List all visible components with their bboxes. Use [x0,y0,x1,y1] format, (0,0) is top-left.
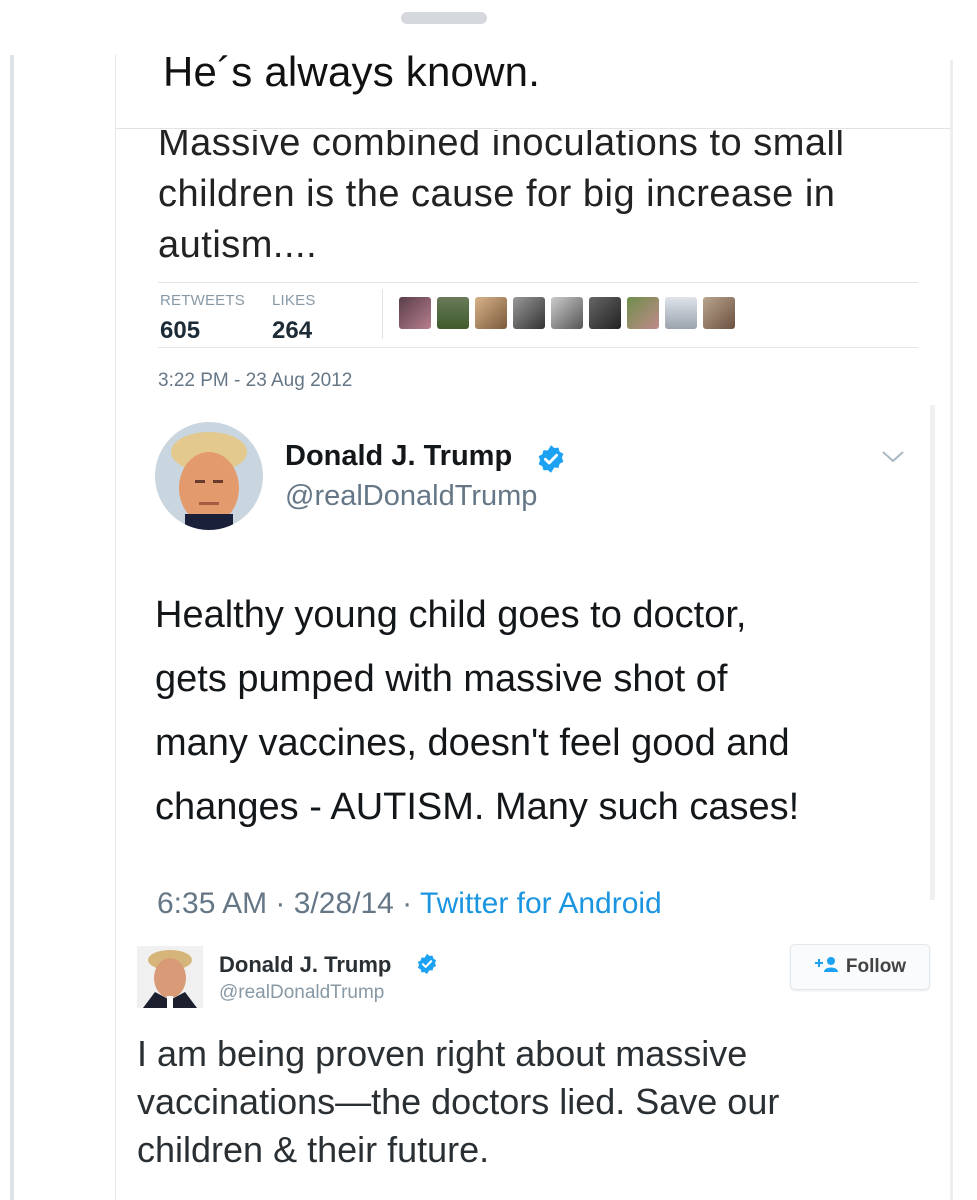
stats-divider [382,289,383,339]
drag-handle[interactable] [401,12,487,24]
tweet-2-source-link[interactable]: Twitter for Android [420,887,662,920]
retweets-stat[interactable]: RETWEETS 605 [160,292,245,345]
tweet-2-line: Healthy young child goes to doctor, [155,594,747,636]
liker-avatar[interactable] [665,297,697,329]
tweet-1-text: Massive combined inoculations to small c… [158,130,845,266]
author-name[interactable]: Donald J. Trump [285,440,512,473]
liker-avatar[interactable] [437,297,469,329]
tweet-2-meta: 6:35 AM · 3/28/14 · Twitter for Android [157,887,662,921]
meta-separator: · [393,887,420,920]
follow-label: Follow [845,956,907,977]
post-caption: He´s always known. [163,48,541,95]
verified-badge-icon [416,953,438,975]
tweet-3-line: I am being proven right about massive [137,1033,748,1074]
tweet-2-date[interactable]: 3/28/14 [294,887,394,920]
liker-avatar[interactable] [627,297,659,329]
tweet-1-body: Massive combined inoculations to small c… [116,130,950,270]
tweet-3-text: I am being proven right about massive va… [137,1030,937,1174]
likes-stat[interactable]: LIKES 264 [272,292,316,345]
liker-avatar[interactable] [551,297,583,329]
follow-button[interactable]: Follow [790,944,930,990]
chevron-down-icon[interactable] [880,448,906,466]
author-name[interactable]: Donald J. Trump [219,952,391,978]
tweet-2-line: changes - AUTISM. Many such cases! [155,786,800,828]
retweets-label: RETWEETS [160,292,245,309]
likes-count: 264 [272,317,313,344]
tweet-3-line: vaccinations—the doctors lied. Save our [137,1081,780,1122]
add-user-icon [814,955,840,979]
author-handle[interactable]: @realDonaldTrump [285,480,537,513]
divider [116,128,951,129]
tweet-2-line: gets pumped with massive shot of [155,658,728,700]
author-handle[interactable]: @realDonaldTrump [219,982,384,1004]
liker-avatar[interactable] [475,297,507,329]
liker-avatar[interactable] [703,297,735,329]
liker-avatar[interactable] [513,297,545,329]
quote-bar [10,55,14,1200]
tweet-2-time[interactable]: 6:35 AM [157,887,267,920]
tweet-2-text: Healthy young child goes to doctor, gets… [155,583,935,839]
retweets-count: 605 [160,317,201,344]
liker-avatar[interactable] [589,297,621,329]
avatar[interactable] [155,422,263,530]
meta-separator: · [267,887,294,920]
liker-avatar[interactable] [399,297,431,329]
tweet-1-timestamp[interactable]: 3:22 PM - 23 Aug 2012 [158,370,352,392]
avatar[interactable] [137,946,203,1008]
tweet-2-line: many vaccines, doesn't feel good and [155,722,790,764]
likes-label: LIKES [272,292,316,309]
tweet-3-line: children & their future. [137,1129,490,1170]
card-border-right [950,60,953,1200]
verified-badge-icon [536,444,566,474]
